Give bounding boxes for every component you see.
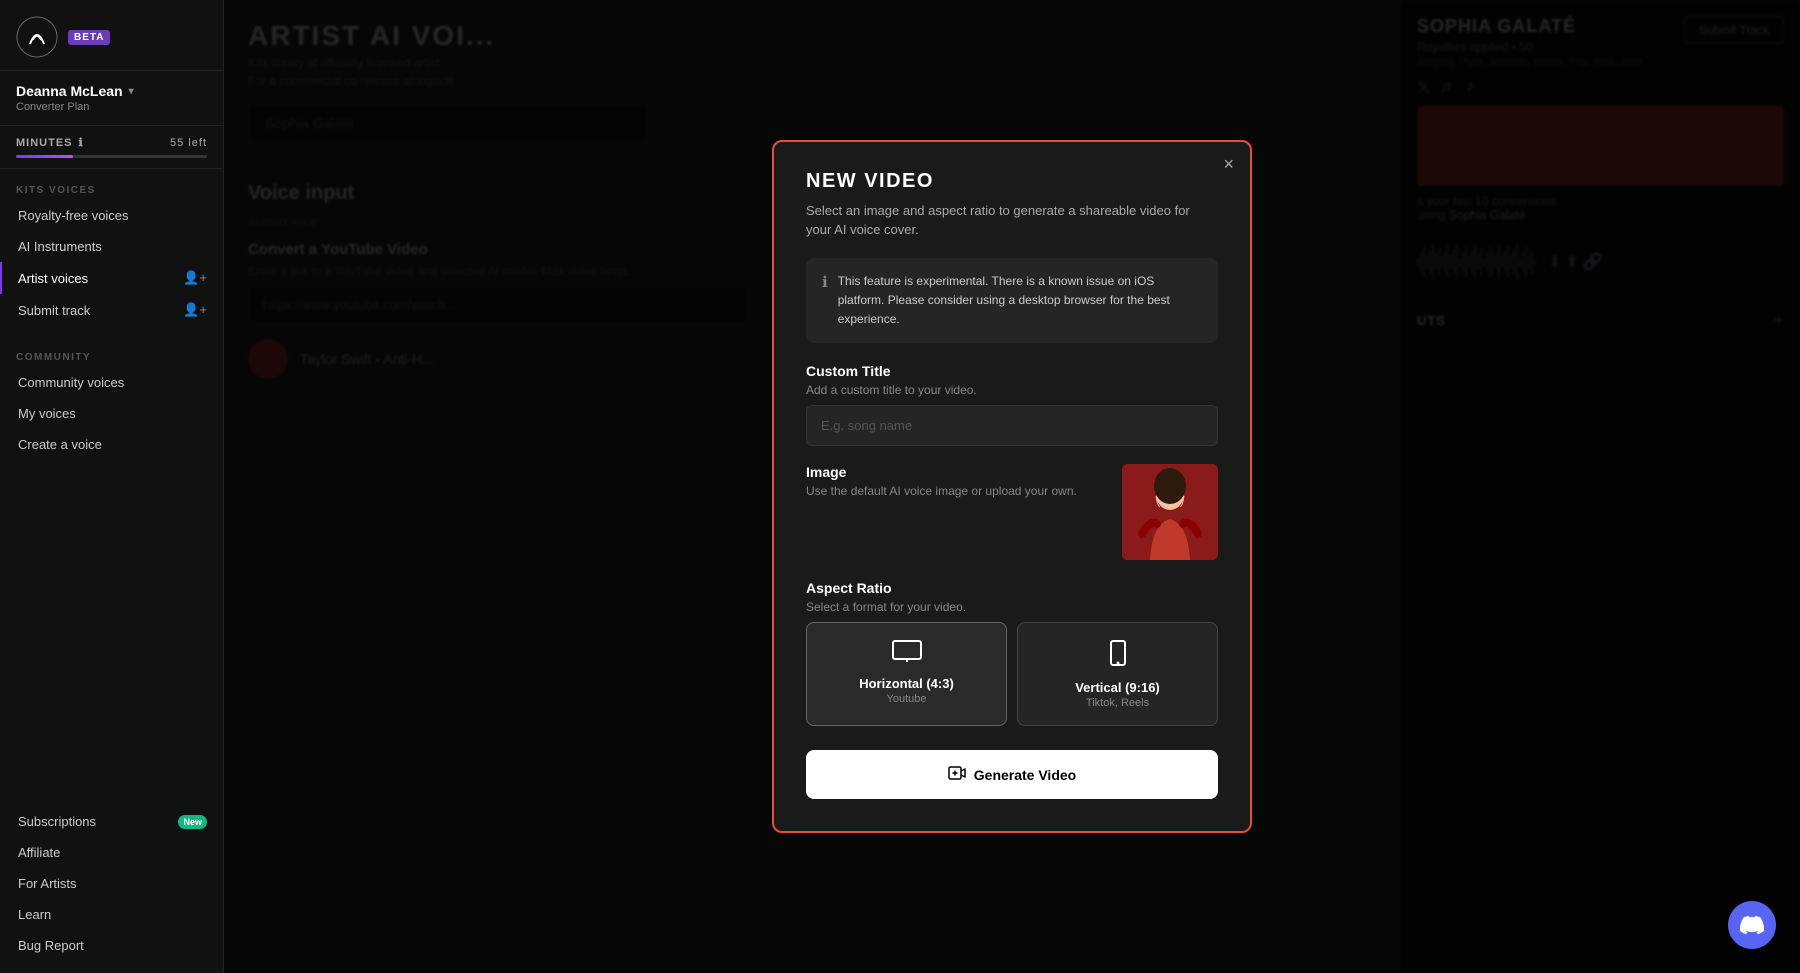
new-video-modal: × NEW VIDEO Select an image and aspect r… — [772, 140, 1252, 834]
sidebar-item-create-voice[interactable]: Create a voice — [0, 429, 223, 460]
logo-icon — [16, 16, 58, 58]
modal-close-button[interactable]: × — [1223, 154, 1234, 175]
sidebar-item-affiliate[interactable]: Affiliate — [0, 837, 223, 868]
monitor-icon — [819, 639, 994, 670]
aspect-option-horizontal[interactable]: Horizontal (4:3) Youtube — [806, 622, 1007, 726]
horizontal-title: Horizontal (4:3) — [819, 676, 994, 691]
aspect-ratio-desc: Select a format for your video. — [806, 600, 1218, 614]
beta-badge: BETA — [68, 30, 110, 45]
sidebar-item-bug-report[interactable]: Bug Report — [0, 930, 223, 961]
sidebar-item-subscriptions[interactable]: Subscriptions New — [0, 806, 223, 837]
generate-btn-label: Generate Video — [974, 767, 1076, 783]
community-section: COMMUNITY Community voices My voices Cre… — [0, 336, 223, 470]
vertical-title: Vertical (9:16) — [1030, 680, 1205, 695]
sidebar-item-ai-instruments[interactable]: AI Instruments — [0, 231, 223, 262]
video-plus-icon — [948, 764, 966, 785]
user-section[interactable]: Deanna McLean ▾ Converter Plan — [0, 71, 223, 126]
custom-title-group: Custom Title Add a custom title to your … — [806, 363, 1218, 446]
add-user-icon: 👤+ — [183, 270, 207, 286]
new-badge: New — [178, 815, 207, 829]
image-preview[interactable] — [1122, 464, 1218, 560]
sidebar-item-for-artists[interactable]: For Artists — [0, 868, 223, 899]
minutes-label: MINUTES — [16, 137, 73, 149]
sidebar-item-label: Bug Report — [18, 938, 84, 953]
kits-voices-section: KITS VOICES Royalty-free voices AI Instr… — [0, 169, 223, 336]
sidebar-header: BETA — [0, 0, 223, 71]
aspect-ratio-label: Aspect Ratio — [806, 580, 1218, 596]
phone-icon — [1030, 639, 1205, 674]
sidebar-item-label: Submit track — [18, 303, 90, 318]
user-name[interactable]: Deanna McLean ▾ — [16, 83, 207, 99]
info-icon: ℹ — [79, 136, 84, 149]
horizontal-subtitle: Youtube — [819, 693, 994, 705]
info-box: ℹ This feature is experimental. There is… — [806, 258, 1218, 344]
aspect-ratio-options: Horizontal (4:3) Youtube Vertical (9:16)… — [806, 622, 1218, 726]
generate-video-button[interactable]: Generate Video — [806, 750, 1218, 799]
sidebar-item-artist-voices[interactable]: Artist voices 👤+ — [0, 262, 223, 294]
modal-title: NEW VIDEO — [806, 170, 1218, 193]
sidebar-item-community-voices[interactable]: Community voices — [0, 367, 223, 398]
progress-fill — [16, 155, 73, 158]
vertical-subtitle: Tiktok, Reels — [1030, 697, 1205, 709]
image-desc: Use the default AI voice image or upload… — [806, 484, 1106, 498]
sidebar-item-royalty-free[interactable]: Royalty-free voices — [0, 200, 223, 231]
custom-title-input[interactable] — [806, 405, 1218, 446]
sidebar-item-submit-track[interactable]: Submit track 👤+ — [0, 294, 223, 326]
sidebar-item-label: Learn — [18, 907, 51, 922]
minutes-left: 55 left — [170, 137, 207, 149]
sidebar-item-label: Create a voice — [18, 437, 102, 452]
custom-title-label: Custom Title — [806, 363, 1218, 379]
image-section: Image Use the default AI voice image or … — [806, 464, 1218, 560]
aspect-option-vertical[interactable]: Vertical (9:16) Tiktok, Reels — [1017, 622, 1218, 726]
info-text: This feature is experimental. There is a… — [838, 272, 1202, 330]
modal-subtitle: Select an image and aspect ratio to gene… — [806, 201, 1218, 240]
sidebar-item-learn[interactable]: Learn — [0, 899, 223, 930]
sidebar-item-label: Artist voices — [18, 271, 88, 286]
image-label: Image — [806, 464, 1106, 480]
minutes-section: MINUTES ℹ 55 left — [0, 126, 223, 169]
modal-overlay: × NEW VIDEO Select an image and aspect r… — [224, 0, 1800, 973]
sidebar-item-label: My voices — [18, 406, 76, 421]
user-plan: Converter Plan — [16, 101, 207, 113]
sidebar-item-my-voices[interactable]: My voices — [0, 398, 223, 429]
aspect-ratio-section: Aspect Ratio Select a format for your vi… — [806, 580, 1218, 726]
sidebar-item-label: AI Instruments — [18, 239, 102, 254]
sidebar: BETA Deanna McLean ▾ Converter Plan MINU… — [0, 0, 224, 973]
sidebar-item-label: For Artists — [18, 876, 77, 891]
sidebar-item-label: Affiliate — [18, 845, 60, 860]
sidebar-bottom: Subscriptions New Affiliate For Artists … — [0, 806, 223, 973]
main-content: ARTIST AI VOI... Kits library of officia… — [224, 0, 1800, 973]
custom-title-desc: Add a custom title to your video. — [806, 383, 1218, 397]
chevron-down-icon: ▾ — [129, 86, 134, 97]
progress-bar — [16, 155, 207, 158]
kits-voices-label: KITS VOICES — [0, 179, 223, 200]
sidebar-item-label: Royalty-free voices — [18, 208, 129, 223]
community-label: COMMUNITY — [0, 346, 223, 367]
artist-image — [1122, 464, 1218, 560]
discord-button[interactable] — [1728, 901, 1776, 949]
sidebar-item-label: Subscriptions — [18, 814, 96, 829]
info-circle-icon: ℹ — [822, 273, 828, 330]
add-icon: 👤+ — [183, 302, 207, 318]
sidebar-item-label: Community voices — [18, 375, 124, 390]
